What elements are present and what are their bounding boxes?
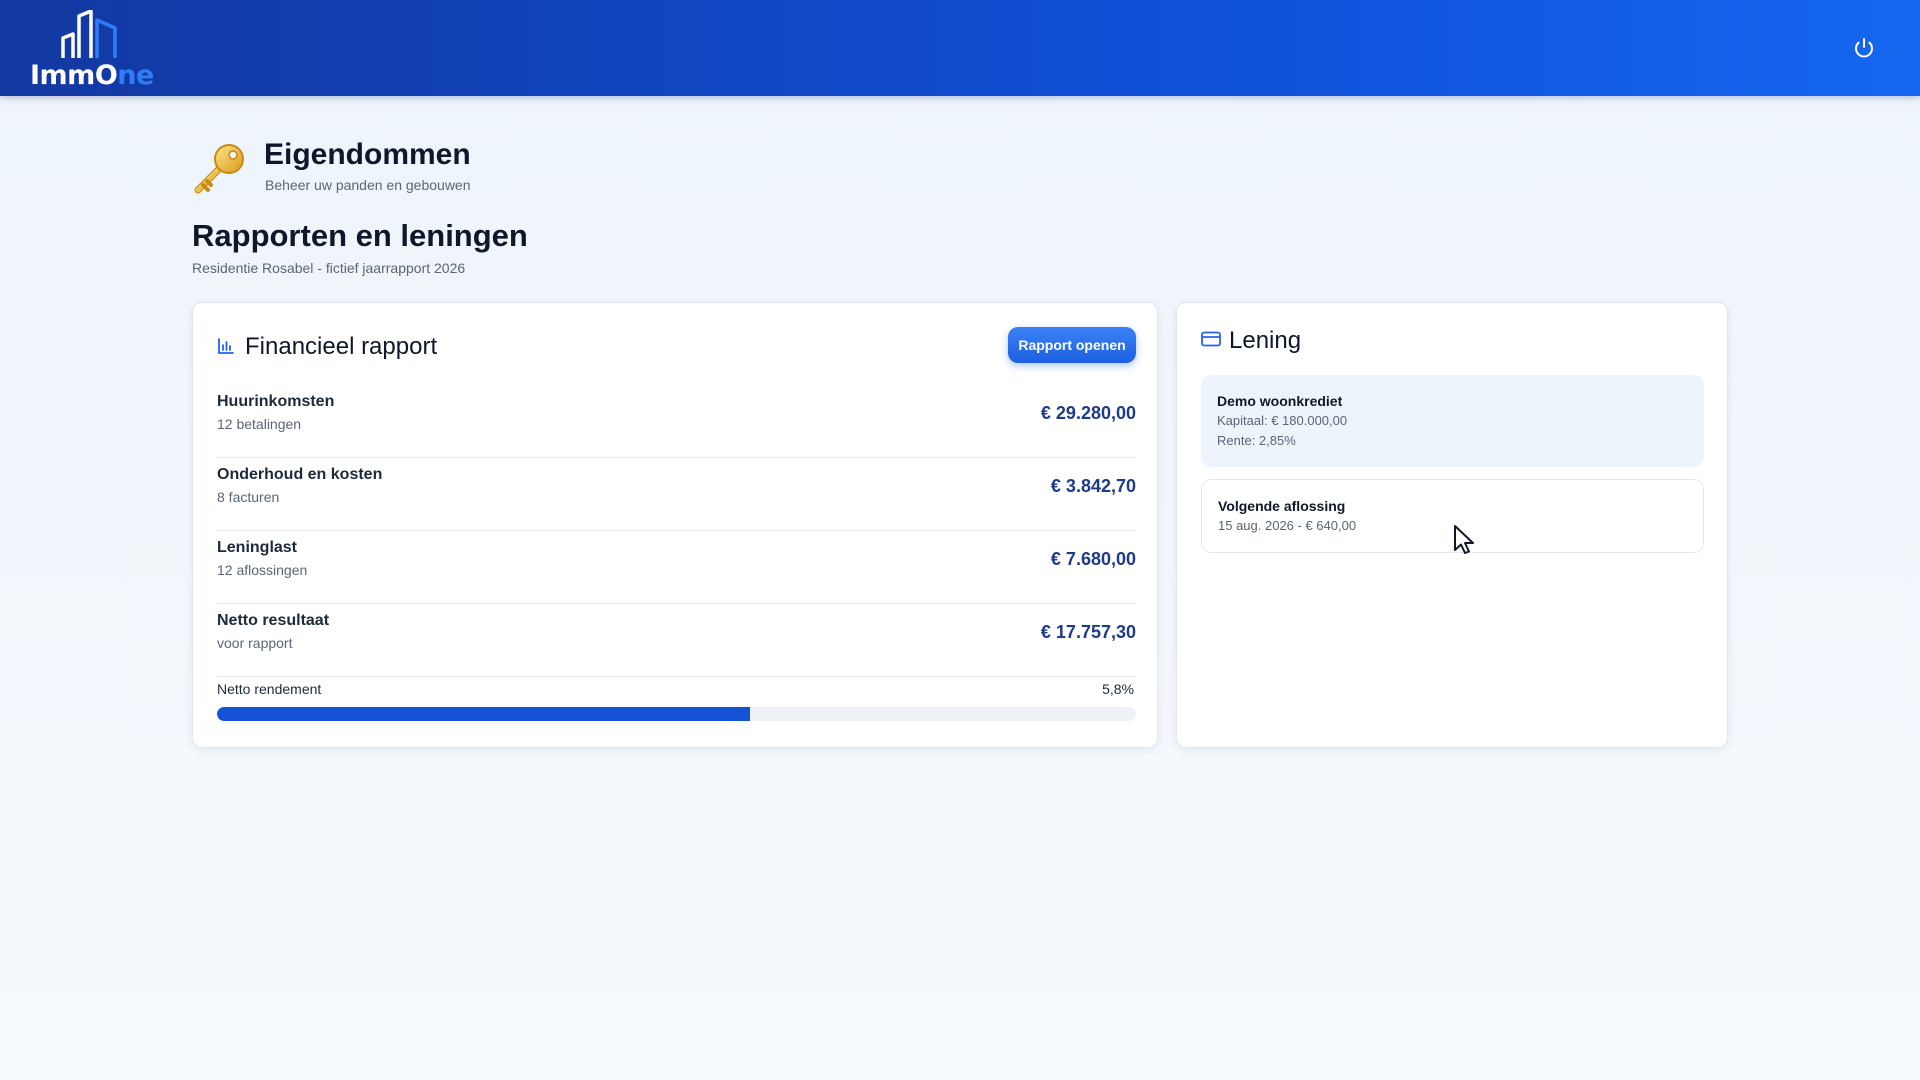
net-yield-progress xyxy=(217,707,1136,721)
logo-text: ImmOne xyxy=(30,60,154,91)
next-repayment-detail: 15 aug. 2026 - € 640,00 xyxy=(1218,518,1357,533)
net-yield-label: Netto rendement xyxy=(217,681,322,697)
financial-report-title: Financieel rapport xyxy=(245,333,438,360)
loan-card: Lening Demo woonkrediet Kapitaal: € 180.… xyxy=(1176,302,1728,748)
power-icon xyxy=(1855,38,1873,58)
next-repayment[interactable]: Volgende aflossing 15 aug. 2026 - € 640,… xyxy=(1201,479,1704,553)
loan-title: Lening xyxy=(1229,327,1302,354)
amount: € 17.757,30 xyxy=(1040,622,1136,642)
credit-card-icon xyxy=(1201,331,1221,347)
amount: € 29.280,00 xyxy=(1040,403,1136,423)
report-row-rental-income: Huurinkomsten 12 betalingen € 29.280,00 xyxy=(217,385,1136,458)
loan-rate: Rente: 2,85% xyxy=(1217,433,1296,448)
top-bar: ImmOne xyxy=(0,0,1920,96)
section-title: Rapporten en leningen xyxy=(192,218,528,253)
net-yield-progress-fill xyxy=(217,707,751,721)
financial-report-card: Financieel rapport Rapport openen Huurin… xyxy=(192,302,1158,748)
loan-summary[interactable]: Demo woonkrediet Kapitaal: € 180.000,00 … xyxy=(1201,375,1704,467)
report-row-loan-charge: Leninglast 12 aflossingen € 7.680,00 xyxy=(217,531,1136,604)
buildings-icon xyxy=(61,10,117,58)
amount: € 7.680,00 xyxy=(1050,549,1136,569)
page-title: Eigendommen xyxy=(264,138,471,171)
next-repayment-title: Volgende aflossing xyxy=(1218,498,1346,514)
open-report-button[interactable]: Rapport openen xyxy=(1008,327,1136,363)
amount: € 3.842,70 xyxy=(1050,476,1136,496)
key-icon xyxy=(194,144,244,194)
report-row-net-result: Netto resultaat voor rapport € 17.757,30 xyxy=(217,604,1136,677)
section-subtitle: Residentie Rosabel - fictief jaarrapport… xyxy=(192,260,466,276)
logo[interactable]: ImmOne xyxy=(28,10,154,91)
net-yield-value: 5,8% xyxy=(1102,681,1134,697)
loan-capital: Kapitaal: € 180.000,00 xyxy=(1217,413,1348,428)
loan-name: Demo woonkrediet xyxy=(1217,393,1343,409)
bar-chart-icon xyxy=(218,338,234,354)
report-row-maintenance: Onderhoud en kosten 8 facturen € 3.842,7… xyxy=(217,458,1136,531)
page-subtitle: Beheer uw panden en gebouwen xyxy=(265,177,471,193)
page-header: Eigendommen Beheer uw panden en gebouwen xyxy=(192,136,792,196)
logout-button[interactable] xyxy=(1848,32,1880,64)
